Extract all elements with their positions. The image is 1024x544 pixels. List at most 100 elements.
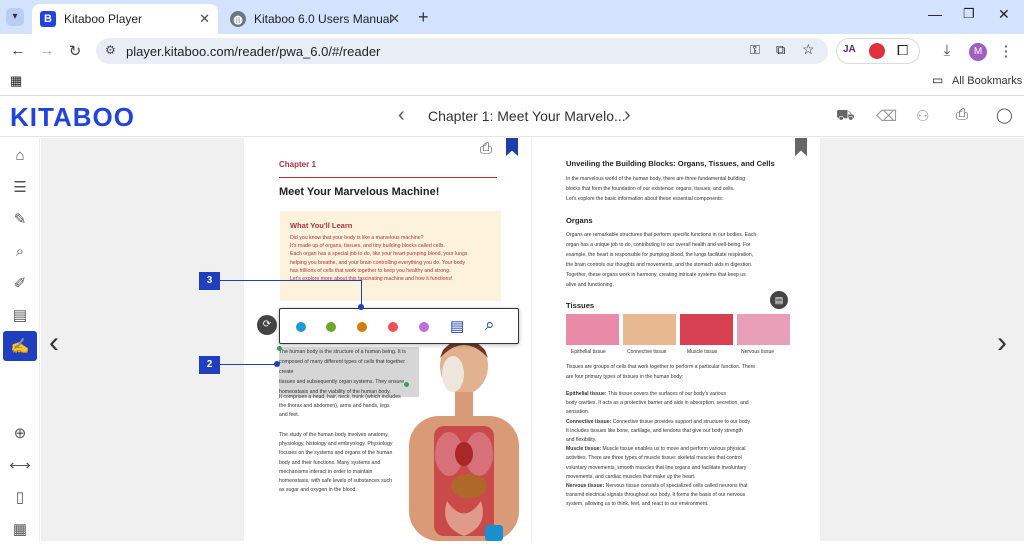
minimize-button[interactable]: — <box>928 6 942 22</box>
tissue-type-name: Muscle tissue: <box>566 446 602 453</box>
highlight-color-orange[interactable] <box>357 322 367 332</box>
tissues-line: Tissues are groups of cells that work to… <box>566 364 756 370</box>
collaborate-icon[interactable]: ⚇ <box>916 107 929 125</box>
tissue-type-line: and flexibility. <box>566 437 597 444</box>
thumbnails-icon[interactable]: ▦ <box>3 514 37 544</box>
tab-kitaboo-player[interactable]: B Kitaboo Player ✕ <box>32 4 218 34</box>
tissue-type-name: Connective tissue: <box>566 418 612 425</box>
section-title: Unveiling the Building Blocks: Organs, T… <box>566 159 775 168</box>
notebook-icon[interactable]: ✎ <box>3 204 37 234</box>
tissue-type-text: Connective tissue provides support and s… <box>612 418 752 425</box>
previous-chapter-icon[interactable]: ‹ <box>398 104 405 127</box>
address-bar[interactable]: ⚙ player.kitaboo.com/reader/pwa_6.0/#/re… <box>96 38 828 64</box>
highlight-color-green[interactable] <box>326 322 336 332</box>
download-icon[interactable]: ⤓ <box>938 42 956 59</box>
note-marker-icon[interactable]: ▤ <box>770 291 788 309</box>
table-of-contents-icon[interactable]: ☰ <box>3 172 37 202</box>
search-icon[interactable]: ⌕ <box>3 236 37 266</box>
print-icon[interactable]: ⎙ <box>956 106 968 123</box>
page-icon[interactable]: ▯ <box>3 482 37 512</box>
callout-line <box>220 280 361 281</box>
forward-arrow-icon[interactable]: → <box>38 42 56 59</box>
all-bookmarks-label[interactable]: All Bookmarks <box>952 75 1022 87</box>
extension-red-icon[interactable] <box>869 43 885 59</box>
highlighter-icon[interactable]: ✍ <box>3 331 37 361</box>
kitaboo-logo: KITABOO <box>10 102 135 132</box>
reader-sidebar: ⌂ ☰ ✎ ⌕ ✐ ▤ ✍ ⊕ ⟷ ▯ ▦ <box>0 138 40 541</box>
tissue-type-item: Epithelial tissue: This tissue covers th… <box>566 390 798 399</box>
tissues-line: are four primary types of tissues in the… <box>566 373 684 380</box>
tab-users-manual[interactable]: ◍ Kitaboo 6.0 Users Manual ✕ <box>222 4 408 34</box>
site-info-icon[interactable]: ⚙ <box>105 43 116 57</box>
highlight-color-purple[interactable] <box>419 322 429 332</box>
selected-text[interactable]: The human body is the structure of a hum… <box>279 347 419 397</box>
paragraph-line: as sugar and oxygen in the blood. <box>279 487 357 494</box>
close-window-button[interactable]: ✕ <box>998 6 1010 23</box>
tissue-type-line: sensation. <box>566 409 590 416</box>
extensions-group: JA ⧠ <box>836 38 920 64</box>
tab-title: Kitaboo Player <box>64 12 143 26</box>
chapter-rule <box>279 177 497 178</box>
tissue-type-line: transmit electrical signals throughout o… <box>566 492 746 499</box>
reload-icon[interactable]: ↻ <box>66 42 84 60</box>
apps-grid-icon[interactable]: ▦ <box>10 73 22 89</box>
pen-icon[interactable]: ✐ <box>3 268 37 298</box>
tissue-type-item: Muscle tissue: Muscle tissue enables us … <box>566 445 798 454</box>
home-icon[interactable]: ⌂ <box>3 140 37 170</box>
tissue-type-text: Nervous tissue consists of specialized c… <box>605 483 748 490</box>
next-page-icon[interactable]: › <box>997 326 1007 360</box>
highlight-color-red[interactable] <box>388 322 398 332</box>
bookmark-icon[interactable] <box>506 138 518 156</box>
paragraph-line: the thorax and abdomen), arms and hands,… <box>279 403 390 409</box>
notes-icon[interactable]: ▤ <box>3 300 37 330</box>
ja-extension-icon[interactable]: JA <box>843 44 856 55</box>
add-note-icon[interactable]: ▤ <box>450 317 464 335</box>
open-in-app-icon[interactable]: ⧉ <box>776 42 785 58</box>
learn-box: What You'll Learn Did you know that your… <box>280 211 501 301</box>
tab-search-button[interactable]: ▾ <box>6 8 24 26</box>
chapter-title[interactable]: Chapter 1: Meet Your Marvelo... <box>428 108 626 124</box>
muscle-tissue-image <box>680 314 733 345</box>
new-tab-button[interactable]: + <box>418 7 429 28</box>
kitaboo-favicon-icon: B <box>40 11 56 27</box>
key-icon[interactable]: ⚿ <box>750 42 760 58</box>
zoom-in-icon[interactable]: ⊕ <box>3 418 37 448</box>
organs-line: example, the heart is responsible for pu… <box>566 252 754 258</box>
previous-page-icon[interactable]: ‹ <box>49 326 59 360</box>
next-chapter-icon[interactable]: › <box>624 104 631 127</box>
tissue-caption: Epithelial tissue <box>571 349 606 355</box>
learn-line: Did you know that your body is like a ma… <box>290 235 424 241</box>
organs-heading: Organs <box>566 216 593 225</box>
clear-highlight-icon[interactable]: ⌫ <box>876 107 897 125</box>
puzzle-icon[interactable]: ⧠ <box>897 42 908 59</box>
highlight-color-blue[interactable] <box>296 322 306 332</box>
profile-icon[interactable]: ◯ <box>996 106 1013 124</box>
learn-line: has trillions of cells that work togethe… <box>290 267 451 274</box>
car-icon[interactable]: ⛟ <box>836 107 855 126</box>
tissues-paragraph: Tissues are groups of cells that work to… <box>566 363 796 382</box>
tissue-type-text: Muscle tissue enables us to move and per… <box>602 446 746 453</box>
search-icon[interactable]: ⌕ <box>485 315 495 335</box>
close-icon[interactable]: ✕ <box>199 11 210 27</box>
highlight-toolbar: ▤ ⌕ <box>279 308 519 344</box>
callout-dot <box>358 304 364 310</box>
note-icon[interactable] <box>485 525 503 541</box>
nervous-tissue-image <box>737 314 790 345</box>
tissue-type-line: movements, and cardiac muscles that make… <box>566 473 696 480</box>
avatar[interactable]: M <box>969 43 987 61</box>
selection-handle-start[interactable] <box>277 346 282 351</box>
close-icon[interactable]: ✕ <box>389 11 400 27</box>
bookmark-star-icon[interactable]: ☆ <box>802 41 815 58</box>
restore-button[interactable]: ❐ <box>963 6 975 22</box>
browser-tab-bar: ▾ B Kitaboo Player ✕ ◍ Kitaboo 6.0 Users… <box>0 0 1024 34</box>
back-arrow-icon[interactable]: ← <box>9 42 27 59</box>
print-icon[interactable]: ⎙ <box>480 140 492 157</box>
reader-header: KITABOO ‹ Chapter 1: Meet Your Marvelo..… <box>0 97 1024 137</box>
fit-width-icon[interactable]: ⟷ <box>3 450 37 480</box>
sync-icon[interactable]: ⟳ <box>257 315 277 335</box>
organs-line: organ has a unique job to do, contributi… <box>566 242 751 248</box>
more-vert-icon[interactable]: ⋮ <box>997 42 1015 60</box>
epithelial-tissue-image <box>566 314 619 345</box>
tissue-type-text: This tissue covers the surfaces of our b… <box>607 391 726 397</box>
bookmark-icon[interactable] <box>795 138 807 156</box>
